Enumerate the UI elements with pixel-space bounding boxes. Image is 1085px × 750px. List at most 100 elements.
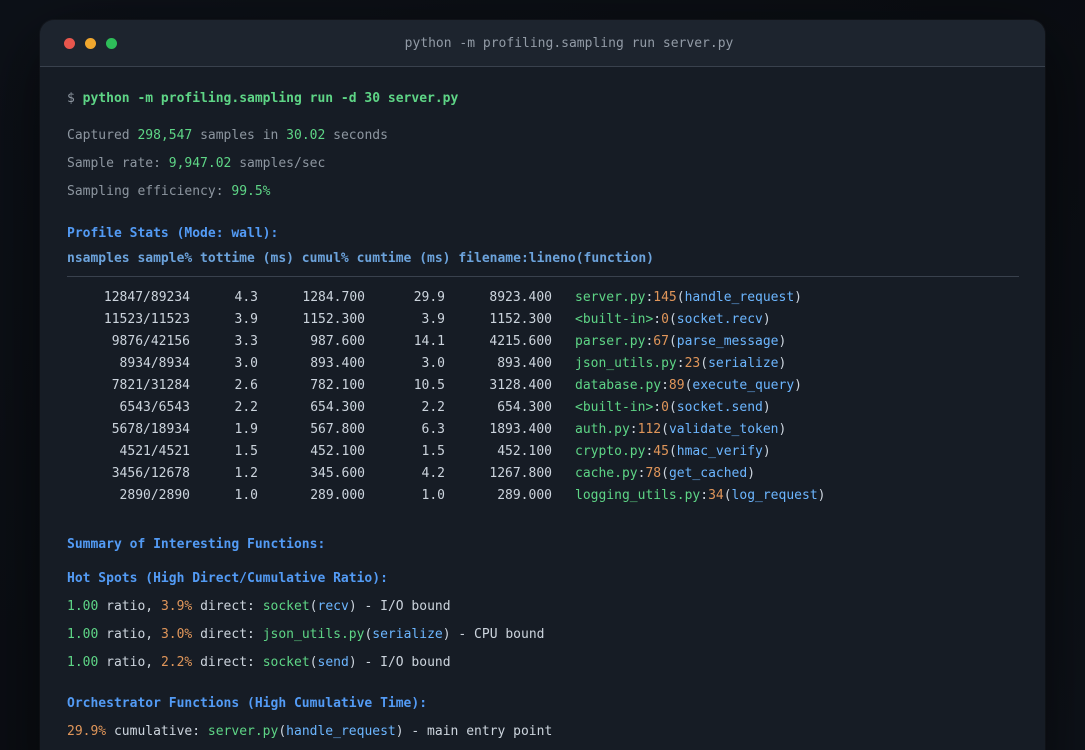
cell-sample-pct: 1.2 (234, 466, 258, 481)
cell-cumtime: 1152.300 (489, 312, 552, 327)
text-segment: : (661, 378, 669, 393)
sample-rate-line: Sample rate: 9,947.02 samples/sec (67, 150, 1019, 178)
text-segment: parse_message (676, 334, 779, 349)
text-segment: crypto.py (575, 444, 646, 459)
orchestrator-line: 29.9% cumulative: server.py(handle_reque… (67, 718, 1019, 746)
hot-spot-line: 1.00 ratio, 2.2% direct: socket(send) - … (67, 649, 1019, 677)
hot-spot-line: 1.00 ratio, 3.9% direct: socket(recv) - … (67, 593, 1019, 621)
text-segment: server.py (207, 724, 279, 739)
cell-cumtime: 654.300 (497, 400, 552, 415)
text-segment: ( (676, 290, 685, 305)
text-segment: : (700, 488, 709, 503)
text-segment: ( (661, 422, 669, 437)
text-segment: ) - I/O bound (348, 655, 451, 670)
cell-cumtime: 3128.400 (489, 378, 552, 393)
text-segment: ) (747, 466, 756, 481)
text-segment: validate_token (668, 422, 779, 437)
text-segment: 2.2% (160, 655, 193, 670)
close-window-icon[interactable] (64, 37, 75, 49)
table-row: 5678/18934 1.9 567.800 6.3 1893.400 auth.py:1… (67, 419, 1019, 441)
desktop-background: python -m profiling.sampling run server.… (0, 0, 1085, 750)
text-segment: handle_request (684, 290, 795, 305)
text-segment: 3.9% (160, 599, 193, 614)
maximize-window-icon[interactable] (106, 37, 117, 49)
text-segment: socket (262, 655, 310, 670)
text-segment: ) (778, 334, 787, 349)
text-segment: 30.02 (286, 128, 326, 143)
cell-nsamples: 9876/42156 (111, 334, 190, 349)
minimize-window-icon[interactable] (85, 37, 96, 49)
text-segment: <built-in> (575, 312, 654, 327)
text-segment: 23 (684, 356, 701, 371)
profile-stats-heading: Profile Stats (Mode: wall): (67, 226, 279, 241)
cell-nsamples: 6543/6543 (119, 400, 190, 415)
table-row: 9876/42156 3.3 987.600 14.1 4215.600 parser.p… (67, 331, 1019, 353)
text-segment: serialize (708, 356, 779, 371)
cell-tottime: 1284.700 (302, 290, 365, 305)
table-row: 4521/4521 1.5 452.100 1.5 452.100 crypto.py:4… (67, 441, 1019, 463)
cell-function: cache.py:78(get_cached) (552, 463, 1019, 485)
cell-sample-pct: 1.9 (234, 422, 258, 437)
cell-tottime: 289.000 (310, 488, 365, 503)
text-segment: : (629, 422, 638, 437)
cell-function: json_utils.py:23(serialize) (552, 353, 1019, 375)
text-segment: recv (317, 599, 349, 614)
text-segment: 78 (645, 466, 662, 481)
cell-nsamples: 2890/2890 (119, 488, 190, 503)
table-row: 3456/12678 1.2 345.600 4.2 1267.800 cache.py:… (67, 463, 1019, 485)
text-segment: Sampling efficiency: (67, 184, 232, 199)
text-segment: Captured (67, 128, 138, 143)
cell-cumul-pct: 10.5 (413, 378, 445, 393)
table-row: 11523/11523 3.9 1152.300 3.9 1152.300 <built-… (67, 309, 1019, 331)
text-segment: samples/sec (231, 156, 326, 171)
cell-sample-pct: 3.3 (234, 334, 258, 349)
cell-nsamples: 7821/31284 (111, 378, 190, 393)
text-segment: : (653, 400, 662, 415)
hot-spot-line: 1.00 ratio, 3.0% direct: json_utils.py(s… (67, 621, 1019, 649)
cell-cumul-pct: 1.5 (421, 444, 445, 459)
cell-function: server.py:145(handle_request) (552, 287, 1019, 309)
text-segment: 1.00 (67, 655, 99, 670)
text-segment: 145 (653, 290, 677, 305)
cell-cumul-pct: 3.9 (421, 312, 445, 327)
cell-function: auth.py:112(validate_token) (552, 419, 1019, 441)
table-row: 7821/31284 2.6 782.100 10.5 3128.400 database… (67, 375, 1019, 397)
text-segment: ( (661, 466, 669, 481)
cell-nsamples: 8934/8934 (119, 356, 190, 371)
cell-sample-pct: 3.0 (234, 356, 258, 371)
text-segment: ) - CPU bound (442, 627, 545, 642)
cell-nsamples: 4521/4521 (119, 444, 190, 459)
cell-sample-pct: 2.6 (234, 378, 258, 393)
text-segment: ) (794, 378, 802, 393)
cell-tottime: 452.100 (310, 444, 365, 459)
cell-function: database.py:89(execute_query) (552, 375, 1019, 397)
cell-tottime: 893.400 (310, 356, 365, 371)
cell-cumul-pct: 1.0 (421, 488, 445, 503)
text-segment: handle_request (286, 724, 396, 739)
text-segment: server.py (575, 290, 646, 305)
text-segment: 45 (653, 444, 669, 459)
cell-sample-pct: 2.2 (234, 400, 258, 415)
text-segment: ) (778, 356, 787, 371)
capture-stats-block: Captured 298,547 samples in 30.02 second… (67, 122, 1019, 206)
text-segment: cumulative: (106, 724, 208, 739)
text-segment: direct: (192, 627, 263, 642)
text-segment: ratio, (98, 627, 161, 642)
text-segment: 0 (661, 400, 669, 415)
terminal-output: $ python -m profiling.sampling run -d 30… (40, 67, 1045, 750)
text-segment: execute_query (692, 378, 795, 393)
text-segment: ( (668, 312, 677, 327)
table-row: 12847/89234 4.3 1284.700 29.9 8923.400 server… (67, 287, 1019, 309)
cell-function: logging_utils.py:34(log_request) (552, 485, 1019, 507)
summary-heading: Summary of Interesting Functions: (67, 537, 326, 552)
text-segment: ( (309, 655, 318, 670)
text-segment: ( (309, 599, 318, 614)
shell-prompt-line: $ python -m profiling.sampling run -d 30… (67, 85, 1019, 113)
text-segment: socket.send (676, 400, 763, 415)
text-segment: 1.00 (67, 599, 99, 614)
text-segment: 112 (637, 422, 662, 437)
text-segment: json_utils.py (262, 627, 365, 642)
text-segment: <built-in> (575, 400, 654, 415)
text-segment: ) - I/O bound (348, 599, 451, 614)
profile-table: 12847/89234 4.3 1284.700 29.9 8923.400 server… (67, 287, 1019, 507)
